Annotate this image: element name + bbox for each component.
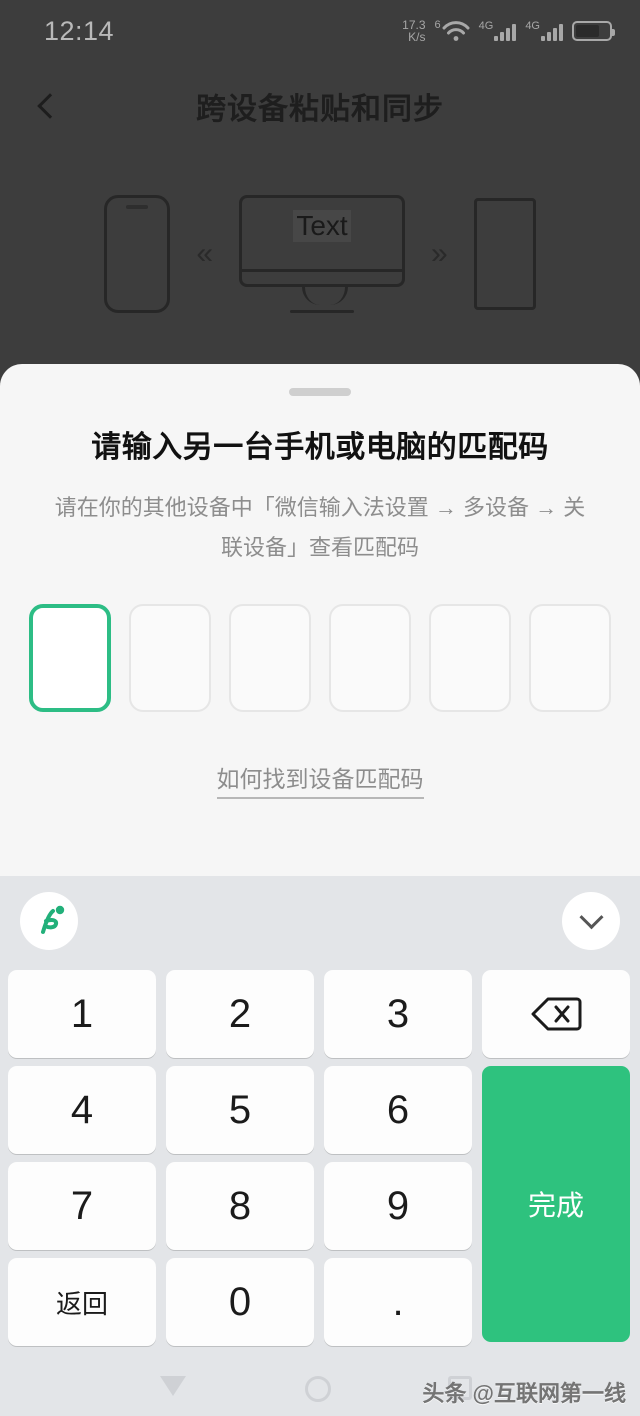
key-3[interactable]: 3 — [324, 970, 472, 1058]
sim1-signal-icon: 4G — [479, 21, 517, 41]
wifi-generation-label: 6 — [434, 19, 441, 31]
arrow-right-icon: » — [431, 237, 448, 270]
key-0[interactable]: 0 — [166, 1258, 314, 1346]
help-link-container: 如何找到设备匹配码 — [0, 760, 640, 799]
status-bar-icons: 17.3 K/s 6 4G 4G — [402, 19, 615, 43]
wifi-glyph-icon — [442, 21, 470, 41]
status-bar: 12:14 17.3 K/s 6 4G 4G — [0, 0, 640, 62]
key-decimal-point[interactable]: . — [324, 1258, 472, 1346]
key-label: 3 — [386, 991, 410, 1036]
cross-device-illustration: « Text » — [0, 150, 640, 358]
key-label: 完成 — [527, 1190, 584, 1221]
keypad: 1 2 3 4 5 6 完成 7 8 9 返回 0 . — [0, 970, 640, 1348]
keyboard-toolbar — [0, 876, 640, 970]
page-title: 跨设备粘贴和同步 — [196, 93, 444, 126]
monitor-icon: Text — [239, 195, 405, 313]
pairing-code-sheet: 请输入另一台手机或电脑的匹配码 请在你的其他设备中「微信输入法设置 → 多设备 … — [0, 364, 640, 876]
sim2-network-label: 4G — [525, 20, 540, 32]
backspace-icon — [531, 997, 582, 1031]
key-backspace[interactable] — [482, 970, 630, 1058]
numeric-keyboard: 1 2 3 4 5 6 完成 7 8 9 返回 0 . — [0, 876, 640, 1360]
phone-screen: 12:14 17.3 K/s 6 4G 4G 跨设备粘贴和同步 « Text »… — [0, 0, 640, 1416]
phone-left-icon — [104, 195, 171, 313]
monitor-stand-icon — [290, 285, 354, 313]
key-return[interactable]: 返回 — [8, 1258, 156, 1346]
key-label: 5 — [228, 1087, 252, 1132]
network-speed-unit: K/s — [408, 30, 426, 44]
monitor-text-label: Text — [293, 210, 351, 242]
status-bar-clock: 12:14 — [44, 15, 115, 46]
otp-digit-box[interactable] — [29, 604, 111, 712]
collapse-keyboard-button[interactable] — [562, 892, 620, 950]
key-label: 8 — [228, 1183, 252, 1228]
otp-digit-box[interactable] — [529, 604, 611, 712]
find-pairing-code-link[interactable]: 如何找到设备匹配码 — [216, 760, 424, 799]
otp-digit-box[interactable] — [129, 604, 211, 712]
key-label: 7 — [70, 1183, 94, 1228]
sheet-description: 请在你的其他设备中「微信输入法设置 → 多设备 → 关联设备」查看匹配码 — [54, 495, 586, 560]
wechat-input-logo-glyph-icon — [41, 905, 65, 934]
wechat-input-logo-icon[interactable] — [20, 892, 78, 950]
otp-digit-box[interactable] — [429, 604, 511, 712]
key-2[interactable]: 2 — [166, 970, 314, 1058]
key-label: 2 — [228, 991, 252, 1036]
sim2-signal-icon: 4G — [525, 21, 563, 41]
app-header: 跨设备粘贴和同步 — [0, 62, 640, 150]
watermark-text: 头条 @互联网第一线 — [422, 1381, 626, 1406]
key-1[interactable]: 1 — [8, 970, 156, 1058]
key-6[interactable]: 6 — [324, 1066, 472, 1154]
key-9[interactable]: 9 — [324, 1162, 472, 1250]
key-label: 0 — [228, 1279, 252, 1324]
circle-home-icon[interactable] — [305, 1376, 331, 1402]
sim1-network-label: 4G — [478, 20, 494, 32]
sim2-bars-icon — [541, 21, 563, 41]
arrow-left-icon: « — [196, 237, 213, 270]
chevron-down-icon — [578, 904, 604, 929]
key-confirm-done[interactable]: 完成 — [482, 1066, 630, 1342]
phone-right-icon — [473, 198, 536, 310]
sim1-bars-icon — [494, 21, 517, 41]
key-label: 6 — [386, 1087, 410, 1132]
system-nav-bar: 头条 @互联网第一线 — [0, 1360, 640, 1416]
key-8[interactable]: 8 — [166, 1162, 314, 1250]
pairing-code-input[interactable] — [0, 604, 640, 712]
wifi-icon: 6 — [435, 20, 470, 42]
triangle-back-icon[interactable] — [160, 1376, 186, 1396]
key-label: . — [392, 1279, 404, 1324]
key-label: 9 — [386, 1183, 410, 1228]
key-7[interactable]: 7 — [8, 1162, 156, 1250]
network-speed-indicator: 17.3 K/s — [402, 19, 425, 43]
key-4[interactable]: 4 — [8, 1066, 156, 1154]
monitor-screen: Text — [239, 195, 405, 287]
sheet-drag-handle[interactable] — [289, 388, 351, 396]
otp-digit-box[interactable] — [329, 604, 411, 712]
sheet-title: 请输入另一台手机或电脑的匹配码 — [91, 431, 549, 464]
key-5[interactable]: 5 — [166, 1066, 314, 1154]
otp-digit-box[interactable] — [229, 604, 311, 712]
battery-icon — [572, 21, 615, 41]
key-label: 返回 — [55, 1288, 108, 1319]
key-label: 4 — [70, 1087, 94, 1132]
key-label: 1 — [70, 991, 94, 1036]
